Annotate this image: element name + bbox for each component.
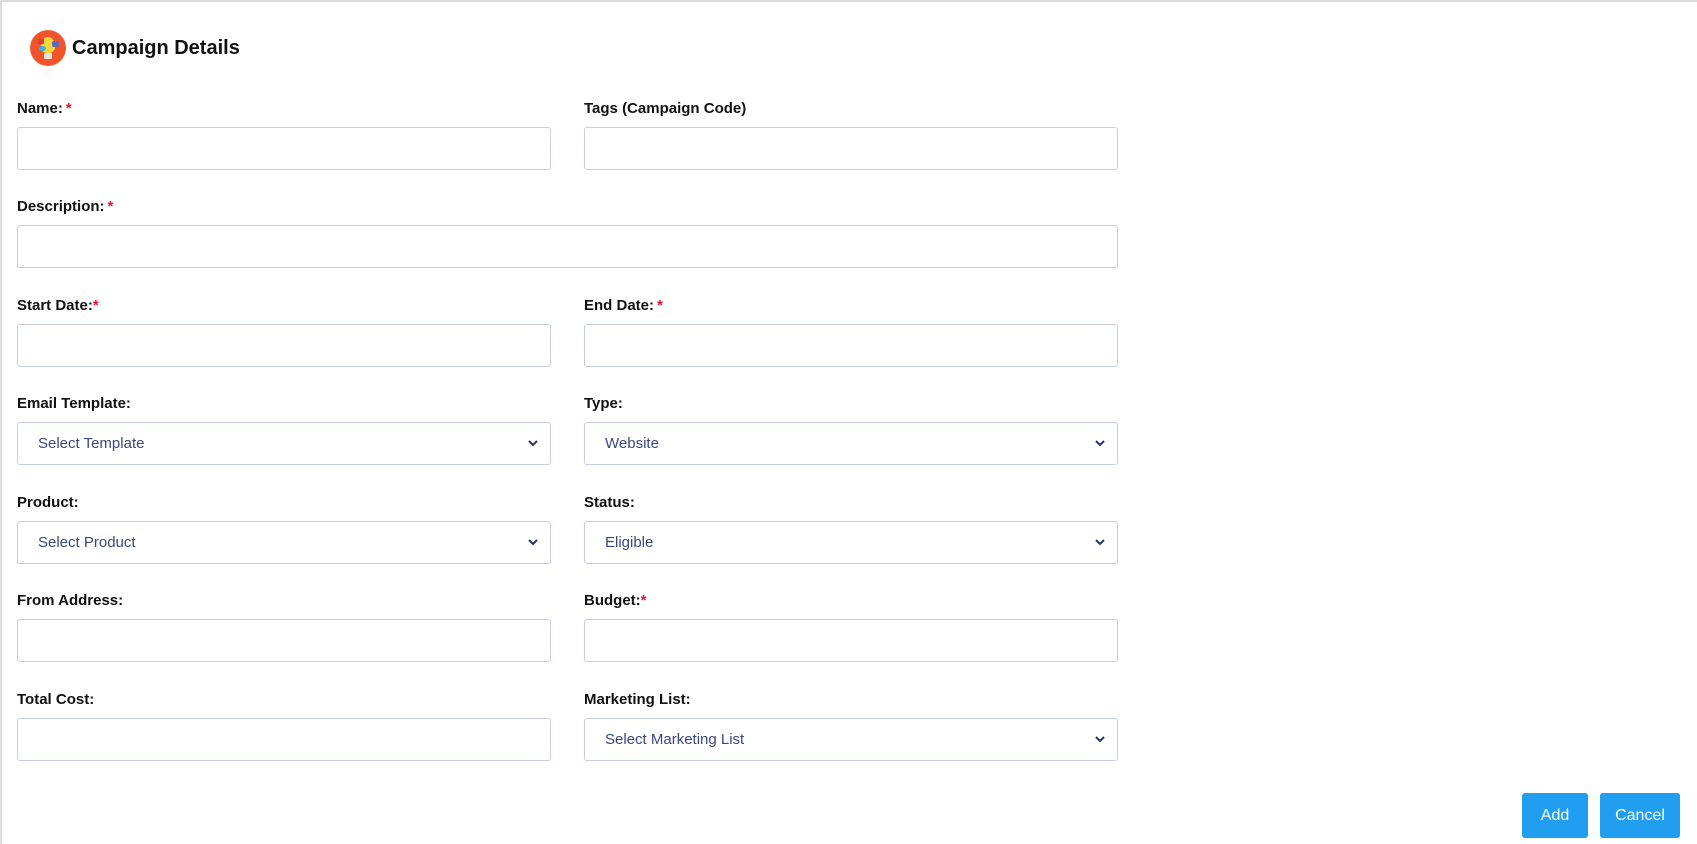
add-button[interactable]: Add [1522, 793, 1588, 838]
description-input[interactable] [17, 225, 1118, 268]
chevron-down-icon [1095, 440, 1105, 447]
start-date-input[interactable] [17, 324, 551, 367]
status-selected: Eligible [605, 534, 654, 551]
cancel-button[interactable]: Cancel [1600, 793, 1680, 838]
marketing-list-select[interactable]: Select Marketing List [584, 718, 1118, 761]
chevron-down-icon [528, 539, 538, 546]
status-select[interactable]: Eligible [584, 521, 1118, 564]
budget-label: Budget: [584, 592, 641, 609]
marketing-list-selected: Select Marketing List [605, 731, 745, 748]
total-cost-input[interactable] [17, 718, 551, 761]
campaign-logo-icon [30, 30, 66, 66]
total-cost-label: Total Cost: [17, 691, 95, 708]
chevron-down-icon [528, 440, 538, 447]
budget-input[interactable] [584, 619, 1118, 662]
end-date-input[interactable] [584, 324, 1118, 367]
type-selected: Website [605, 435, 659, 452]
description-label: Description: [17, 198, 105, 215]
required-asterisk: * [65, 100, 72, 117]
required-asterisk: * [657, 297, 663, 314]
email-template-label: Email Template: [17, 395, 131, 412]
type-select[interactable]: Website [584, 422, 1118, 465]
name-input[interactable] [17, 127, 551, 170]
marketing-list-label: Marketing List: [584, 691, 691, 708]
page-header: Campaign Details [30, 30, 240, 66]
email-template-selected: Select Template [38, 435, 145, 452]
from-address-input[interactable] [17, 619, 551, 662]
from-address-label: From Address: [17, 592, 124, 609]
tags-label: Tags (Campaign Code) [584, 100, 747, 117]
page-title: Campaign Details [72, 36, 240, 59]
start-date-label: Start Date: [17, 297, 93, 314]
required-asterisk: * [107, 198, 114, 215]
form-container: Campaign Details Name: * Tags (Campaign C… [0, 0, 1697, 844]
type-label: Type: [584, 395, 623, 412]
product-selected: Select Product [38, 534, 136, 551]
product-select[interactable]: Select Product [17, 521, 551, 564]
email-template-select[interactable]: Select Template [17, 422, 551, 465]
required-asterisk: * [92, 297, 99, 314]
end-date-label: End Date: [584, 297, 655, 314]
status-label: Status: [584, 494, 635, 511]
chevron-down-icon [1095, 539, 1105, 546]
chevron-down-icon [1095, 736, 1105, 743]
tags-input[interactable] [584, 127, 1118, 170]
product-label: Product: [17, 494, 79, 511]
name-label: Name: [17, 100, 63, 117]
required-asterisk: * [640, 592, 647, 609]
